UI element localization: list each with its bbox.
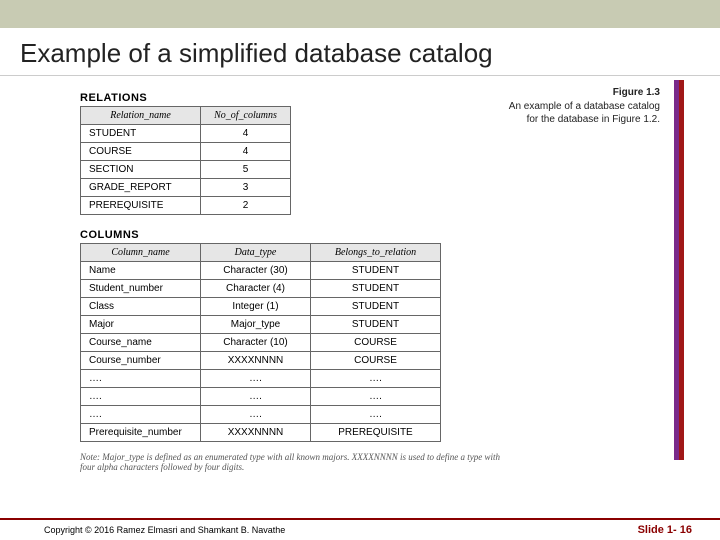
table-cell: STUDENT — [311, 316, 441, 334]
table-header: Belongs_to_relation — [311, 244, 441, 262]
table-row: ….….…. — [81, 406, 441, 424]
table-cell: SECTION — [81, 161, 201, 179]
table-cell: STUDENT — [311, 298, 441, 316]
table-cell: …. — [311, 406, 441, 424]
top-bar — [0, 0, 720, 28]
table-cell: Integer (1) — [201, 298, 311, 316]
table-cell: 4 — [201, 125, 291, 143]
relations-table: Relation_nameNo_of_columns STUDENT4COURS… — [80, 106, 291, 215]
table-cell: Major_type — [201, 316, 311, 334]
table-header: Column_name — [81, 244, 201, 262]
table-cell: 4 — [201, 143, 291, 161]
table-cell: GRADE_REPORT — [81, 179, 201, 197]
table-cell: …. — [311, 388, 441, 406]
table-row: Course_numberXXXXNNNNCOURSE — [81, 352, 441, 370]
columns-label: COLUMNS — [80, 229, 720, 241]
table-row: PREREQUISITE2 — [81, 197, 291, 215]
columns-table: Column_nameData_typeBelongs_to_relation … — [80, 243, 441, 442]
table-row: Course_nameCharacter (10)COURSE — [81, 334, 441, 352]
table-row: NameCharacter (30)STUDENT — [81, 262, 441, 280]
table-row: Prerequisite_numberXXXXNNNNPREREQUISITE — [81, 424, 441, 442]
figure-text: An example of a database catalog for the… — [509, 101, 660, 126]
table-row: GRADE_REPORT3 — [81, 179, 291, 197]
table-cell: PREREQUISITE — [311, 424, 441, 442]
table-cell: XXXXNNNN — [201, 352, 311, 370]
table-cell: 2 — [201, 197, 291, 215]
table-cell: Course_name — [81, 334, 201, 352]
table-cell: …. — [81, 388, 201, 406]
table-header: Data_type — [201, 244, 311, 262]
table-cell: Course_number — [81, 352, 201, 370]
table-cell: Name — [81, 262, 201, 280]
table-header: Relation_name — [81, 107, 201, 125]
table-cell: Student_number — [81, 280, 201, 298]
table-row: Student_numberCharacter (4)STUDENT — [81, 280, 441, 298]
table-cell: …. — [81, 370, 201, 388]
table-cell: COURSE — [311, 352, 441, 370]
table-cell: Character (30) — [201, 262, 311, 280]
table-row: COURSE4 — [81, 143, 291, 161]
table-cell: STUDENT — [81, 125, 201, 143]
table-row: ….….…. — [81, 370, 441, 388]
accent-stripe — [674, 80, 684, 460]
slide-number: Slide 1- 16 — [638, 524, 692, 536]
table-cell: Character (4) — [201, 280, 311, 298]
content-area: Figure 1.3 An example of a database cata… — [0, 80, 720, 472]
table-row: ….….…. — [81, 388, 441, 406]
table-cell: STUDENT — [311, 280, 441, 298]
slide-title: Example of a simplified database catalog — [0, 28, 720, 75]
table-row: STUDENT4 — [81, 125, 291, 143]
table-cell: COURSE — [81, 143, 201, 161]
table-cell: STUDENT — [311, 262, 441, 280]
table-header: No_of_columns — [201, 107, 291, 125]
figure-number: Figure 1.3 — [500, 86, 660, 100]
table-cell: XXXXNNNN — [201, 424, 311, 442]
table-cell: …. — [81, 406, 201, 424]
table-cell: Character (10) — [201, 334, 311, 352]
table-cell: …. — [201, 370, 311, 388]
table-cell: PREREQUISITE — [81, 197, 201, 215]
table-cell: 5 — [201, 161, 291, 179]
table-cell: …. — [201, 388, 311, 406]
table-cell: Major — [81, 316, 201, 334]
table-cell: 3 — [201, 179, 291, 197]
table-cell: …. — [311, 370, 441, 388]
table-cell: COURSE — [311, 334, 441, 352]
table-row: SECTION5 — [81, 161, 291, 179]
divider — [0, 75, 720, 76]
table-row: ClassInteger (1)STUDENT — [81, 298, 441, 316]
note-text: Note: Major_type is defined as an enumer… — [80, 452, 500, 472]
table-cell: Prerequisite_number — [81, 424, 201, 442]
copyright-text: Copyright © 2016 Ramez Elmasri and Shamk… — [44, 525, 285, 535]
table-cell: Class — [81, 298, 201, 316]
figure-caption: Figure 1.3 An example of a database cata… — [500, 86, 660, 127]
table-cell: …. — [201, 406, 311, 424]
footer: Copyright © 2016 Ramez Elmasri and Shamk… — [0, 518, 720, 540]
table-row: MajorMajor_typeSTUDENT — [81, 316, 441, 334]
